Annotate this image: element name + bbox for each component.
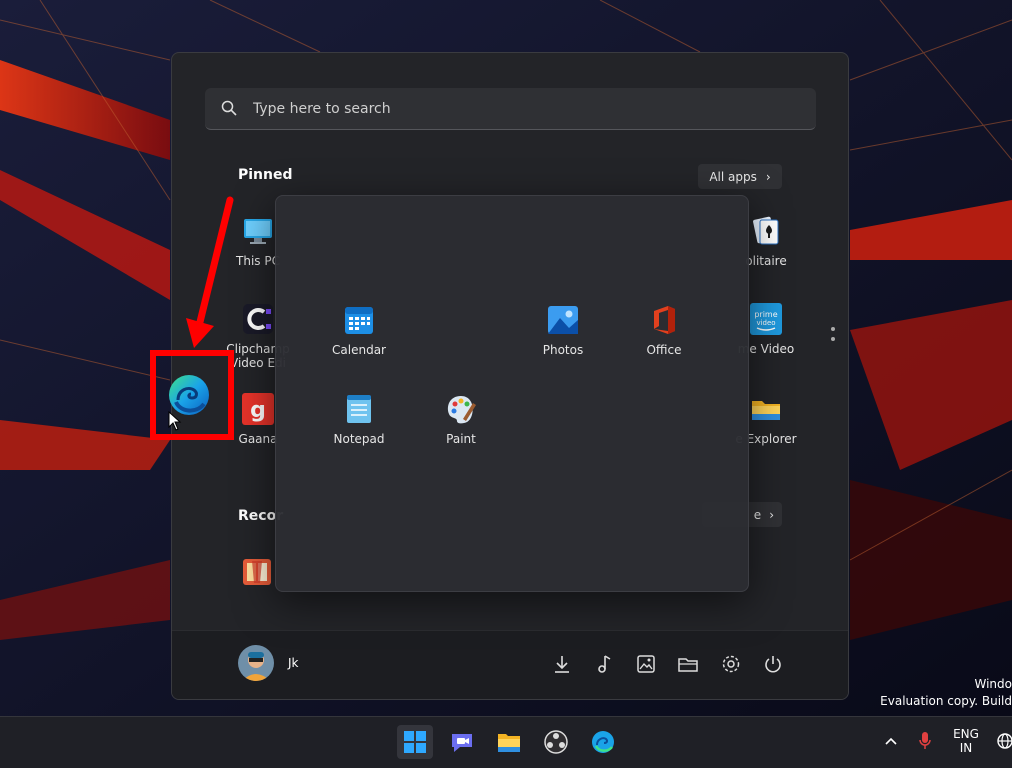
network-globe-icon[interactable] <box>996 732 1012 750</box>
svg-text:g: g <box>250 398 266 423</box>
svg-text:prime: prime <box>754 310 777 319</box>
prime-video-icon: prime video <box>750 303 782 335</box>
folder-app-paint[interactable]: Paint <box>416 393 506 446</box>
app-label: Calendar <box>332 343 386 357</box>
app-label: Paint <box>446 432 476 446</box>
search-icon <box>221 100 237 116</box>
page-indicator[interactable] <box>831 327 835 347</box>
avatar <box>238 645 274 681</box>
office-icon <box>648 304 680 336</box>
paint-icon <box>445 393 477 425</box>
watermark-line2: Evaluation copy. Build <box>880 694 1012 708</box>
power-icon[interactable] <box>762 653 784 675</box>
pinned-section-title: Pinned <box>238 167 293 183</box>
search-box[interactable] <box>205 88 816 130</box>
calendar-icon <box>343 304 375 336</box>
chevron-up-icon[interactable] <box>884 735 898 747</box>
gaana-icon: g <box>242 393 274 425</box>
microphone-icon[interactable] <box>918 731 932 751</box>
settings-gear-icon[interactable] <box>720 653 742 675</box>
chevron-right-icon: › <box>765 169 771 184</box>
mouse-cursor-icon <box>168 411 182 431</box>
chevron-right-icon: › <box>769 507 774 522</box>
file-icon <box>243 559 271 585</box>
solitaire-icon <box>750 215 782 247</box>
language-code: ENG <box>953 727 979 741</box>
app-label: Notepad <box>333 432 385 446</box>
windows-logo-icon <box>404 731 426 753</box>
all-apps-label: All apps <box>709 169 757 184</box>
music-icon[interactable] <box>593 653 615 675</box>
folder-app-photos[interactable]: Photos <box>518 304 608 357</box>
pictures-icon[interactable] <box>635 653 657 675</box>
evaluation-watermark: Windo Evaluation copy. Build <box>880 676 1012 710</box>
taskbar: ENG IN <box>0 716 1012 768</box>
folder-app-notepad[interactable]: Notepad <box>314 393 404 446</box>
taskbar-chat[interactable] <box>444 725 480 759</box>
monitor-icon <box>242 215 274 247</box>
taskbar-obs[interactable] <box>538 725 574 759</box>
language-indicator[interactable]: ENG IN <box>950 727 982 755</box>
start-footer: Jk <box>172 630 848 699</box>
folder-app-office[interactable]: Office <box>619 304 709 357</box>
user-name: Jk <box>288 656 299 670</box>
svg-text:video: video <box>756 319 775 327</box>
edge-icon <box>592 731 614 753</box>
region-code: IN <box>959 741 973 755</box>
folder-app-calendar[interactable]: Calendar <box>314 304 404 357</box>
watermark-line1: Windo <box>974 677 1012 691</box>
photos-icon <box>547 304 579 336</box>
downloads-icon[interactable] <box>551 653 573 675</box>
start-button[interactable] <box>397 725 433 759</box>
app-label: Photos <box>542 343 584 357</box>
taskbar-file-explorer[interactable] <box>491 725 527 759</box>
notepad-icon <box>343 393 375 425</box>
folder-icon <box>750 393 782 425</box>
user-account-button[interactable]: Jk <box>238 645 299 681</box>
chat-icon <box>452 734 472 752</box>
taskbar-edge[interactable] <box>585 725 621 759</box>
folder-icon <box>498 734 520 752</box>
more-label: e <box>753 507 762 522</box>
app-label: Office <box>646 343 682 357</box>
all-apps-button[interactable]: All apps › <box>698 164 782 189</box>
file-explorer-icon[interactable] <box>677 653 699 675</box>
search-input[interactable] <box>251 88 795 130</box>
obs-icon <box>544 730 568 754</box>
clipchamp-icon <box>242 303 274 335</box>
recommended-item[interactable] <box>242 557 272 591</box>
pinned-folder-popup: Calendar Photos Office Notepad Paint <box>275 195 749 592</box>
